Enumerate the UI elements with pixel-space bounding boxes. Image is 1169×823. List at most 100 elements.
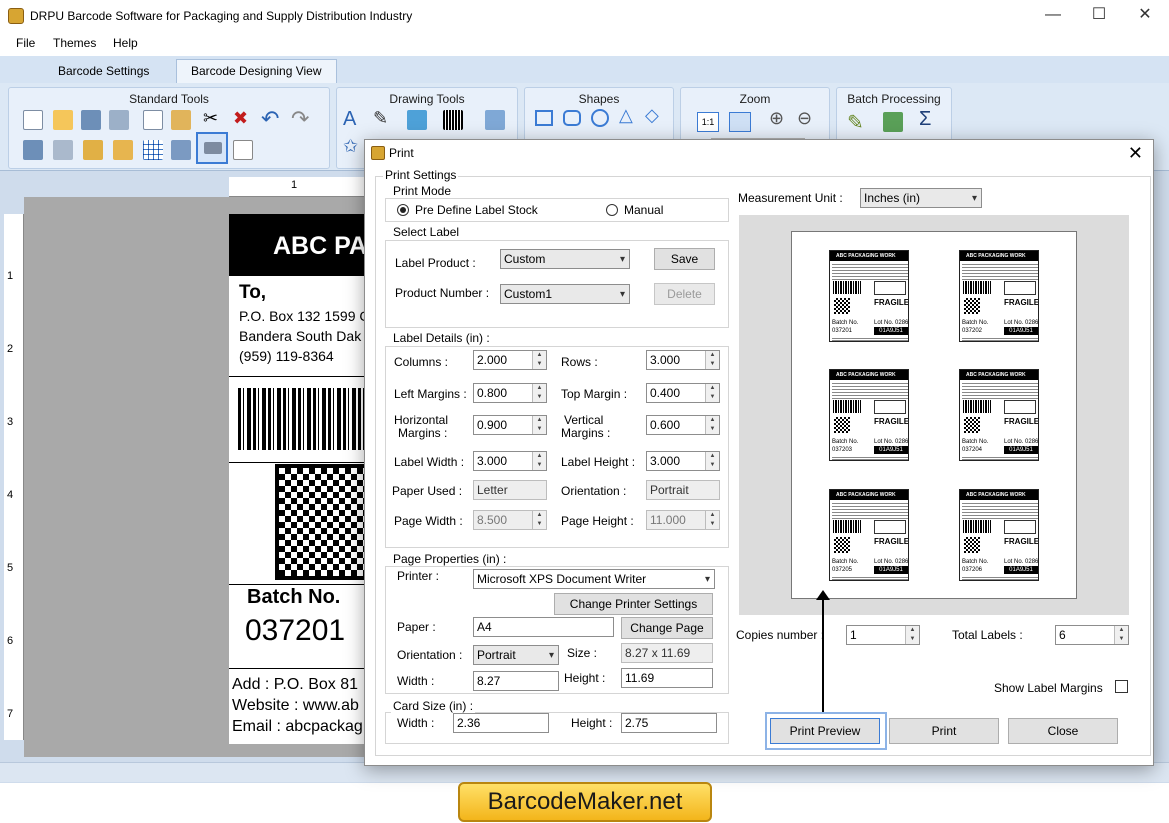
- send-back-icon[interactable]: [53, 140, 73, 160]
- menu-themes[interactable]: Themes: [53, 36, 96, 50]
- star-tool-icon[interactable]: ✩: [343, 136, 358, 157]
- triangle-icon[interactable]: △: [619, 105, 633, 126]
- menu-help[interactable]: Help: [113, 36, 138, 50]
- cut-icon[interactable]: ✂: [203, 108, 218, 129]
- chevron-down-icon: ▾: [619, 254, 625, 265]
- spinner-icon[interactable]: ▲ ▼: [705, 416, 719, 434]
- tab-barcode-designing-view[interactable]: Barcode Designing View: [176, 59, 337, 83]
- print-button[interactable]: Print: [889, 718, 999, 744]
- label-address-line: Bandera South Dak: [239, 328, 362, 344]
- formula-icon[interactable]: Σ: [919, 108, 931, 131]
- open-icon[interactable]: [53, 110, 73, 130]
- close-button[interactable]: Close: [1008, 718, 1118, 744]
- copy-icon[interactable]: [143, 110, 163, 130]
- grid-icon[interactable]: [143, 140, 163, 160]
- label-width-input[interactable]: 3.000 ▲ ▼: [473, 451, 547, 471]
- label-header: ABC PA: [229, 214, 369, 276]
- spinner-icon[interactable]: ▲ ▼: [1114, 626, 1128, 644]
- card-width-input[interactable]: 2.36: [453, 713, 549, 733]
- spinner-icon[interactable]: ▲ ▼: [905, 626, 919, 644]
- spinner-icon[interactable]: ▲ ▼: [532, 416, 546, 434]
- print-preview-button[interactable]: Print Preview: [770, 718, 880, 744]
- label-height-input[interactable]: 3.000 ▲ ▼: [646, 451, 720, 471]
- zoom-in-icon[interactable]: ⊕: [769, 108, 784, 129]
- bring-front-icon[interactable]: [23, 140, 43, 160]
- paper-label: Paper :: [397, 620, 436, 634]
- print-setup-icon[interactable]: [171, 140, 191, 160]
- measurement-unit-select[interactable]: Inches (in) ▾: [860, 188, 982, 208]
- preview-label: ABC PACKAGING WORK FRAGILE Batch No. 0372…: [959, 489, 1039, 581]
- delete-button[interactable]: Delete: [654, 283, 715, 305]
- total-labels-value: 6: [1059, 628, 1066, 642]
- rounded-rect-icon[interactable]: [563, 110, 581, 126]
- mini-batch: Batch No. 037204: [962, 438, 988, 454]
- copies-number-label: Copies number :: [736, 628, 825, 642]
- menu-file[interactable]: File: [16, 36, 35, 50]
- page-width-value: 8.500: [477, 513, 508, 527]
- page-orientation-select[interactable]: Portrait ▾: [473, 645, 559, 665]
- page-height-prop-input[interactable]: 11.69: [621, 668, 713, 688]
- zoom-fit-icon[interactable]: [729, 112, 751, 132]
- batch-edit-icon[interactable]: ✎: [847, 110, 864, 135]
- top-margin-input[interactable]: 0.400 ▲ ▼: [646, 383, 720, 403]
- dialog-close-icon[interactable]: ✕: [1128, 143, 1143, 164]
- spinner-icon[interactable]: ▲ ▼: [532, 351, 546, 369]
- save-as-icon[interactable]: [109, 110, 129, 130]
- page-width-prop-input[interactable]: 8.27: [473, 671, 559, 691]
- delete-icon[interactable]: ✖: [233, 108, 248, 129]
- lock-icon[interactable]: [83, 140, 103, 160]
- mini-batch-label: Batch No.: [832, 559, 859, 565]
- export-icon[interactable]: [233, 140, 253, 160]
- radio-predefine-label-stock[interactable]: [397, 204, 409, 216]
- columns-input[interactable]: 2.000 ▲ ▼: [473, 350, 547, 370]
- label-product-select[interactable]: Custom ▾: [500, 249, 630, 269]
- spinner-icon[interactable]: ▲ ▼: [705, 384, 719, 402]
- spinner-icon[interactable]: ▲ ▼: [705, 351, 719, 369]
- vertical-margins-input[interactable]: 0.600 ▲ ▼: [646, 415, 720, 435]
- barcode-tool-icon[interactable]: [443, 110, 463, 130]
- change-page-button[interactable]: Change Page: [621, 617, 713, 639]
- undo-icon[interactable]: ↶: [261, 106, 279, 132]
- zoom-actual-size-icon[interactable]: 1:1: [697, 112, 719, 132]
- ellipse-icon[interactable]: [591, 109, 609, 127]
- rows-input[interactable]: 3.000 ▲ ▼: [646, 350, 720, 370]
- paste-icon[interactable]: [171, 110, 191, 130]
- mini-barcode: [963, 520, 991, 533]
- save-button[interactable]: Save: [654, 248, 715, 270]
- zoom-out-icon[interactable]: ⊖: [797, 108, 812, 129]
- maximize-button[interactable]: ☐: [1076, 4, 1122, 28]
- product-number-select[interactable]: Custom1 ▾: [500, 284, 630, 304]
- spinner-icon[interactable]: ▲ ▼: [705, 452, 719, 470]
- radio-manual[interactable]: [606, 204, 618, 216]
- diamond-icon[interactable]: ◇: [645, 105, 659, 126]
- label-product-label: Label Product :: [395, 256, 476, 270]
- spinner-icon[interactable]: ▲ ▼: [532, 452, 546, 470]
- left-margins-input[interactable]: 0.800 ▲ ▼: [473, 383, 547, 403]
- copies-number-input[interactable]: 1 ▲ ▼: [846, 625, 920, 645]
- group-label: Zoom: [739, 92, 771, 106]
- batch-excel-icon[interactable]: [883, 112, 903, 132]
- minimize-button[interactable]: —: [1030, 4, 1076, 28]
- unlock-icon[interactable]: [113, 140, 133, 160]
- mini-footer-lines: [832, 456, 908, 460]
- paper-input[interactable]: A4: [473, 617, 614, 637]
- change-printer-settings-button[interactable]: Change Printer Settings: [554, 593, 713, 615]
- spinner-icon[interactable]: ▲ ▼: [532, 384, 546, 402]
- window-close-button[interactable]: ✕: [1122, 4, 1168, 28]
- total-labels-input[interactable]: 6 ▲ ▼: [1055, 625, 1129, 645]
- new-icon[interactable]: [23, 110, 43, 130]
- card-height-input[interactable]: 2.75: [621, 713, 717, 733]
- save-icon[interactable]: [81, 110, 101, 130]
- picture-tool-icon[interactable]: [485, 110, 505, 130]
- redo-icon[interactable]: ↷: [291, 106, 309, 132]
- label-canvas[interactable]: ABC PA To, P.O. Box 132 1599 C Bandera S…: [229, 214, 370, 744]
- rectangle-icon[interactable]: [535, 110, 553, 126]
- image-tool-icon[interactable]: [407, 110, 427, 130]
- printer-select[interactable]: Microsoft XPS Document Writer ▾: [473, 569, 715, 589]
- pen-tool-icon[interactable]: ✎: [373, 108, 388, 129]
- show-label-margins-checkbox[interactable]: [1115, 680, 1128, 693]
- tab-barcode-settings[interactable]: Barcode Settings: [43, 59, 164, 83]
- horizontal-margins-input[interactable]: 0.900 ▲ ▼: [473, 415, 547, 435]
- print-icon[interactable]: [196, 132, 228, 164]
- text-tool-icon[interactable]: A: [343, 108, 356, 131]
